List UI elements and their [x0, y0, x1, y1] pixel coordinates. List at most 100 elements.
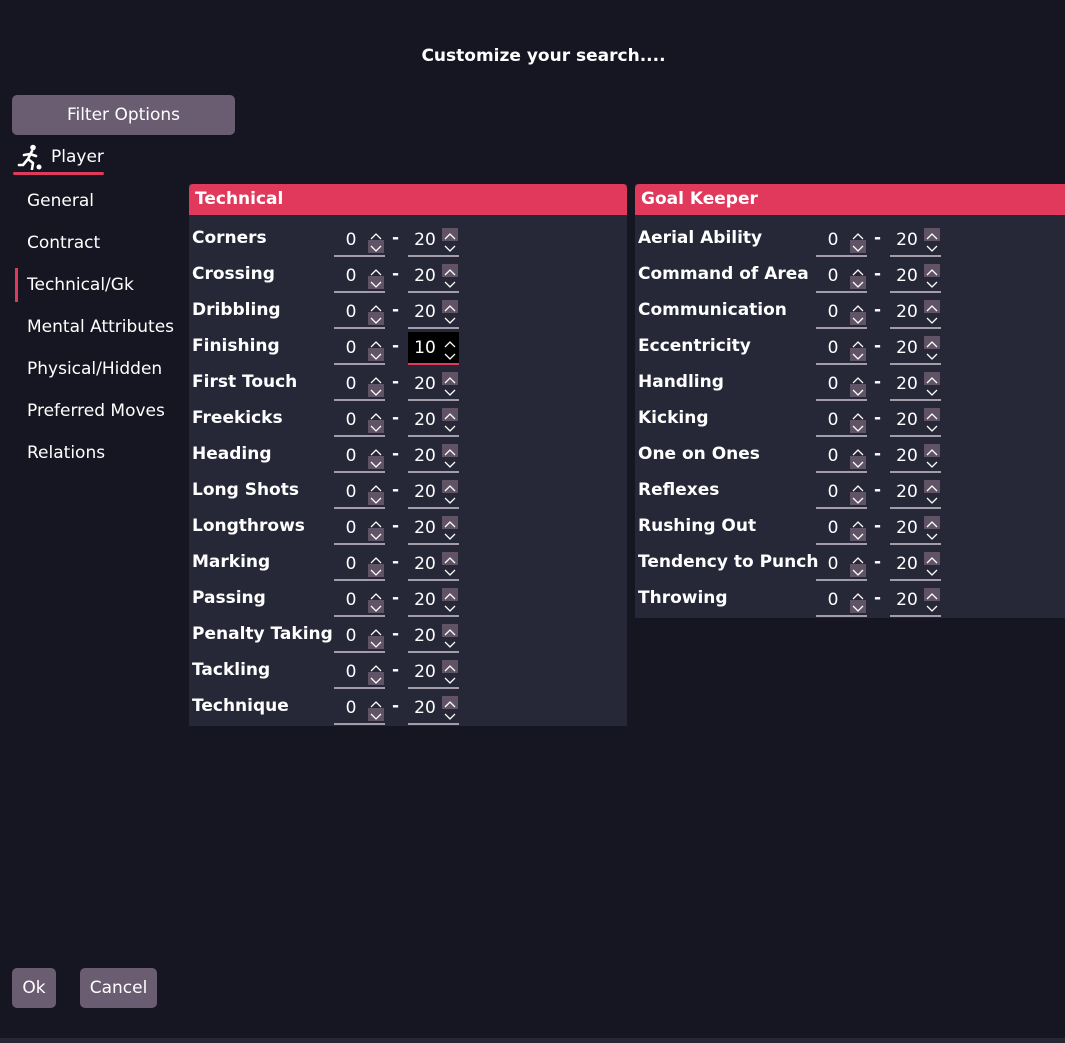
max-value[interactable]: 20: [890, 408, 924, 432]
min-value[interactable]: 0: [816, 408, 850, 432]
chevron-down-icon[interactable]: [442, 240, 458, 253]
min-value[interactable]: 0: [334, 372, 368, 396]
max-value[interactable]: 20: [890, 336, 924, 360]
chevron-down-icon[interactable]: [442, 456, 458, 469]
chevron-down-icon[interactable]: [850, 240, 866, 253]
min-spinbox[interactable]: 0: [334, 584, 385, 617]
max-spinbox[interactable]: 20: [890, 476, 941, 509]
max-spinbox[interactable]: 20: [408, 548, 459, 581]
sidebar-item-preferred-moves[interactable]: Preferred Moves: [15, 390, 185, 432]
chevron-down-icon[interactable]: [850, 600, 866, 613]
chevron-down-icon[interactable]: [442, 672, 458, 685]
chevron-down-icon[interactable]: [850, 312, 866, 325]
max-value[interactable]: 20: [408, 660, 442, 684]
min-value[interactable]: 0: [334, 480, 368, 504]
chevron-down-icon[interactable]: [850, 492, 866, 505]
max-value[interactable]: 20: [890, 372, 924, 396]
max-spinbox[interactable]: 20: [408, 620, 459, 653]
max-spinbox[interactable]: 20: [890, 260, 941, 293]
min-value[interactable]: 0: [334, 624, 368, 648]
max-spinbox[interactable]: 20: [408, 296, 459, 329]
min-spinbox[interactable]: 0: [816, 476, 867, 509]
chevron-down-icon[interactable]: [368, 636, 384, 649]
sidebar-item-physical-hidden[interactable]: Physical/Hidden: [15, 348, 185, 390]
max-spinbox[interactable]: 20: [890, 512, 941, 545]
min-spinbox[interactable]: 0: [334, 476, 385, 509]
chevron-down-icon[interactable]: [442, 564, 458, 577]
chevron-down-icon[interactable]: [368, 528, 384, 541]
min-spinbox[interactable]: 0: [816, 404, 867, 437]
chevron-down-icon[interactable]: [368, 672, 384, 685]
chevron-down-icon[interactable]: [368, 564, 384, 577]
ok-button[interactable]: Ok: [12, 968, 56, 1008]
filter-options-button[interactable]: Filter Options: [12, 95, 235, 135]
max-spinbox[interactable]: 20: [408, 260, 459, 293]
min-value[interactable]: 0: [334, 588, 368, 612]
chevron-down-icon[interactable]: [924, 420, 940, 433]
min-value[interactable]: 0: [816, 228, 850, 252]
min-spinbox[interactable]: 0: [816, 296, 867, 329]
min-value[interactable]: 0: [334, 264, 368, 288]
sidebar-item-general[interactable]: General: [15, 180, 185, 222]
chevron-down-icon[interactable]: [442, 492, 458, 505]
max-value[interactable]: 20: [890, 444, 924, 468]
min-value[interactable]: 0: [334, 552, 368, 576]
chevron-down-icon[interactable]: [368, 348, 384, 361]
min-value[interactable]: 0: [334, 228, 368, 252]
max-spinbox[interactable]: 20: [408, 692, 459, 725]
max-spinbox[interactable]: 20: [408, 512, 459, 545]
chevron-down-icon[interactable]: [442, 636, 458, 649]
min-spinbox[interactable]: 0: [816, 548, 867, 581]
max-spinbox[interactable]: 20: [408, 584, 459, 617]
max-value[interactable]: 20: [890, 228, 924, 252]
chevron-down-icon[interactable]: [442, 276, 458, 289]
max-spinbox[interactable]: 20: [890, 332, 941, 365]
chevron-down-icon[interactable]: [924, 384, 940, 397]
max-spinbox[interactable]: 20: [890, 224, 941, 257]
max-value[interactable]: 20: [408, 408, 442, 432]
sidebar-item-technical-gk[interactable]: Technical/Gk: [15, 264, 185, 306]
chevron-down-icon[interactable]: [368, 420, 384, 433]
max-value[interactable]: 20: [408, 552, 442, 576]
sidebar-item-contract[interactable]: Contract: [15, 222, 185, 264]
max-value[interactable]: 20: [408, 588, 442, 612]
min-value[interactable]: 0: [334, 696, 368, 720]
tab-player[interactable]: Player: [13, 141, 104, 175]
min-spinbox[interactable]: 0: [334, 512, 385, 545]
min-value[interactable]: 0: [816, 480, 850, 504]
max-spinbox[interactable]: 20: [890, 584, 941, 617]
min-spinbox[interactable]: 0: [816, 260, 867, 293]
max-spinbox[interactable]: 20: [408, 368, 459, 401]
max-spinbox[interactable]: 20: [408, 224, 459, 257]
max-value[interactable]: 20: [408, 300, 442, 324]
min-spinbox[interactable]: 0: [334, 656, 385, 689]
min-value[interactable]: 0: [334, 408, 368, 432]
max-value[interactable]: 10: [408, 336, 442, 360]
chevron-down-icon[interactable]: [442, 348, 458, 361]
min-value[interactable]: 0: [816, 552, 850, 576]
chevron-down-icon[interactable]: [924, 564, 940, 577]
chevron-down-icon[interactable]: [850, 528, 866, 541]
chevron-down-icon[interactable]: [368, 276, 384, 289]
min-value[interactable]: 0: [334, 660, 368, 684]
min-value[interactable]: 0: [816, 264, 850, 288]
max-value[interactable]: 20: [408, 264, 442, 288]
chevron-down-icon[interactable]: [924, 492, 940, 505]
chevron-down-icon[interactable]: [850, 348, 866, 361]
chevron-down-icon[interactable]: [924, 240, 940, 253]
chevron-down-icon[interactable]: [924, 276, 940, 289]
chevron-down-icon[interactable]: [850, 564, 866, 577]
chevron-down-icon[interactable]: [442, 384, 458, 397]
min-spinbox[interactable]: 0: [334, 404, 385, 437]
max-spinbox[interactable]: 10: [408, 332, 459, 365]
min-spinbox[interactable]: 0: [816, 440, 867, 473]
sidebar-item-mental-attributes[interactable]: Mental Attributes: [15, 306, 185, 348]
max-value[interactable]: 20: [890, 552, 924, 576]
max-spinbox[interactable]: 20: [408, 656, 459, 689]
min-spinbox[interactable]: 0: [816, 512, 867, 545]
max-value[interactable]: 20: [890, 264, 924, 288]
min-spinbox[interactable]: 0: [816, 332, 867, 365]
min-value[interactable]: 0: [334, 336, 368, 360]
chevron-down-icon[interactable]: [368, 312, 384, 325]
min-spinbox[interactable]: 0: [334, 368, 385, 401]
